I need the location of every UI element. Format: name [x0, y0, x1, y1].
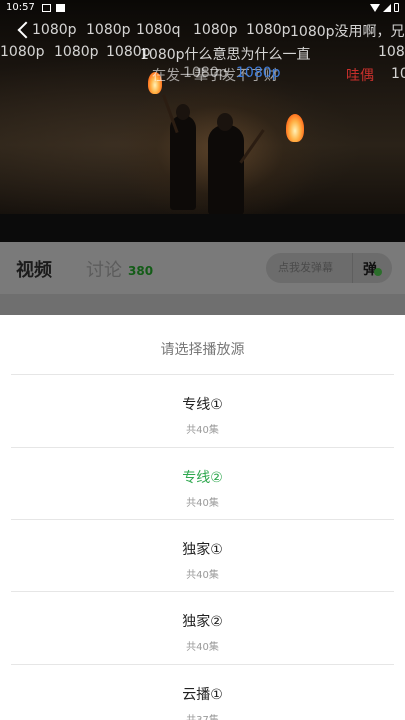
sheet-title: 请选择播放源	[160, 342, 245, 358]
source-episode-count: 共40集	[186, 642, 219, 653]
discuss-count-badge: 380	[128, 264, 154, 278]
source-episode-count: 共37集	[0, 711, 405, 720]
source-name: 专线①	[182, 397, 223, 413]
check-icon	[374, 268, 382, 276]
scene-figure-right	[208, 125, 244, 215]
player-control-bar	[0, 214, 405, 242]
danmaku-comment: 1080p没用啊，兄	[290, 24, 405, 40]
danmaku-input[interactable]: 点我发弹幕	[266, 253, 352, 283]
source-item[interactable]: 专线② 共40集	[0, 448, 405, 520]
source-episode-count: 共40集	[186, 425, 219, 436]
danmaku-comment: 1080p	[236, 65, 281, 81]
torch-right-flame	[286, 114, 304, 142]
danmaku-toggle-button[interactable]: 弹	[352, 253, 392, 283]
battery-icon	[394, 3, 399, 12]
danmaku-comment: 1080p	[183, 65, 228, 81]
source-name: 独家①	[182, 542, 223, 558]
danmaku-comment: 哇偶	[346, 68, 374, 84]
detail-tab-bar: 视频 讨论 380 点我发弹幕 弹	[0, 242, 405, 294]
source-episode-count: 共40集	[186, 498, 219, 509]
source-item[interactable]: 独家① 共40集	[0, 520, 405, 592]
source-name: 云播①	[182, 687, 223, 703]
source-select-sheet: 请选择播放源 专线① 共40集 专线② 共40集 独家① 共40集 独家② 共4…	[0, 315, 405, 720]
signal-icon	[383, 3, 391, 12]
danmaku-comment: 1080p	[54, 44, 99, 60]
source-name: 独家②	[182, 614, 223, 630]
danmaku-comment: 1080p	[86, 22, 131, 38]
danmaku-comment: 1080q	[136, 22, 181, 38]
source-item[interactable]: 云播① 共37集	[0, 665, 405, 720]
danmaku-comment: 108	[378, 44, 405, 60]
scene-figure-left-head	[176, 104, 190, 120]
status-icons	[370, 3, 399, 12]
back-arrow-icon[interactable]	[16, 21, 30, 41]
danmaku-comment: 1080p什么意思为什么一直	[140, 47, 311, 63]
notification-icon	[56, 4, 65, 12]
tab-discuss[interactable]: 讨论	[86, 256, 122, 282]
danmaku-comment: 1080p	[0, 44, 45, 60]
status-bar: 10:57	[0, 0, 405, 16]
status-time: 10:57	[6, 2, 35, 13]
wifi-icon	[370, 3, 380, 12]
notification-icon	[42, 4, 51, 12]
danmaku-comment: 1080p	[246, 22, 291, 38]
source-item[interactable]: 专线① 共40集	[0, 375, 405, 447]
danmaku-comment: 10	[391, 66, 405, 82]
source-item[interactable]: 独家② 共40集	[0, 592, 405, 664]
scene-figure-right-head	[217, 113, 233, 131]
tab-video[interactable]: 视频	[16, 256, 52, 282]
danmaku-comment: 1080p	[32, 22, 77, 38]
danmaku-comment: 1080p	[193, 22, 238, 38]
source-episode-count: 共40集	[186, 570, 219, 581]
dim-overlay[interactable]	[0, 294, 405, 315]
source-name: 专线②	[182, 470, 223, 486]
